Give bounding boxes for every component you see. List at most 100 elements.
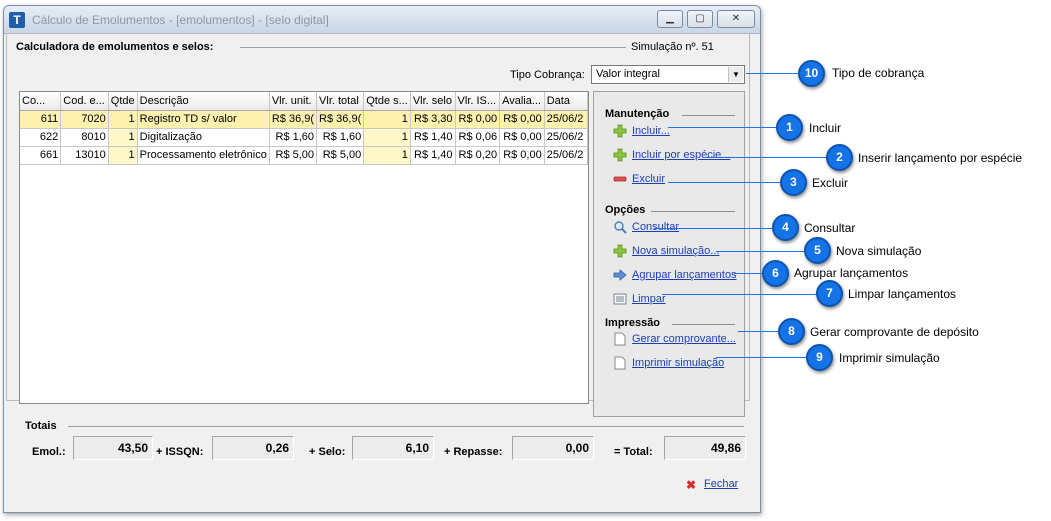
incluir-especie-link[interactable]: Incluir por espécie... [632,149,730,161]
repasse-label: + Repasse: [444,446,503,458]
chevron-down-icon[interactable]: ▼ [728,67,743,82]
table-cell[interactable]: 1 [363,128,411,147]
imprimir-simulacao-link[interactable]: Imprimir simulação [632,357,724,369]
callout-connector [738,331,778,332]
table-cell[interactable]: R$ 0,00 [499,110,545,129]
remove-icon [613,176,627,182]
col-header[interactable]: Vlr. selo [410,92,456,111]
emol-label: Emol.: [32,446,66,458]
section-impressao: Impressão [605,317,661,329]
table-cell[interactable]: R$ 1,60 [316,128,365,147]
callout-badge: 10 [798,60,825,87]
table-cell[interactable]: 611 [20,110,62,129]
col-header[interactable]: Vlr. unit. [269,92,318,111]
calculator-title: Calculadora de emolumentos e selos: [16,41,214,53]
table-cell[interactable]: R$ 3,30 [410,110,456,129]
callout-connector [716,357,806,358]
table-cell[interactable]: R$ 36,9( [316,110,365,129]
incluir-link[interactable]: Incluir... [632,125,670,137]
fechar-button[interactable]: Fechar [704,478,738,490]
table-cell[interactable]: Digitalização [137,128,270,147]
callout-connector [734,273,762,274]
col-header[interactable]: Vlr. total [316,92,365,111]
minimize-button[interactable]: ▁ [657,10,683,28]
table-cell[interactable]: R$ 0,00 [499,128,545,147]
table-cell[interactable]: 1 [108,128,138,147]
table-cell[interactable]: 1 [363,110,411,129]
col-header[interactable]: Cod. e... [60,92,109,111]
repasse-value: 0,00 [512,436,594,460]
consultar-link[interactable]: Consultar [632,221,679,233]
table-cell[interactable]: 7020 [60,110,109,129]
gerar-comprovante-link[interactable]: Gerar comprovante... [632,333,736,345]
section-divider [672,324,735,325]
table-cell[interactable]: 8010 [60,128,109,147]
col-header[interactable]: Data [544,92,588,111]
title-bar[interactable]: T Cálculo de Emolumentos - [emolumentos]… [4,6,760,34]
callout-label: Gerar comprovante de depósito [810,325,979,339]
callout-badge: 2 [826,144,853,171]
callout-label: Excluir [812,176,849,190]
callout-connector [716,251,804,252]
table-cell[interactable]: Processamento eletrônico [137,146,270,165]
add-icon [613,244,627,258]
table-cell[interactable]: 1 [363,146,411,165]
table-cell[interactable]: R$ 0,00 [455,110,501,129]
callout-badge: 9 [806,344,833,371]
table-cell[interactable]: R$ 0,00 [499,146,545,165]
maximize-button[interactable]: ▢ [687,10,713,28]
document-icon [614,356,626,370]
table-row[interactable]: 661 13010 1 Processamento eletrônico R$ … [20,146,588,165]
clear-list-icon [613,293,627,305]
totais-title: Totais [25,420,57,432]
emol-value: 43,50 [73,436,153,460]
table-cell[interactable]: 25/06/2 [544,128,588,147]
document-icon [614,332,626,346]
add-icon [613,124,627,138]
excluir-link[interactable]: Excluir [632,173,665,185]
callout-label: Tipo de cobrança [832,66,925,80]
table-cell[interactable]: 622 [20,128,62,147]
section-divider [651,211,735,212]
table-cell[interactable]: R$ 0,06 [455,128,501,147]
col-header[interactable]: Co... [20,92,62,111]
callout-badge: 8 [778,318,805,345]
table-cell[interactable]: R$ 0,20 [455,146,501,165]
table-cell[interactable]: Registro TD s/ valor [137,110,270,129]
table-cell[interactable]: 13010 [60,146,109,165]
table-cell[interactable]: 25/06/2 [544,146,588,165]
col-header[interactable]: Qtde s... [363,92,411,111]
col-header[interactable]: Vlr. IS... [455,92,501,111]
col-header[interactable]: Avalia... [499,92,545,111]
table-cell[interactable]: 25/06/2 [544,110,588,129]
total-value: 49,86 [664,436,746,460]
tipo-cobranca-select[interactable]: Valor integral ▼ [591,65,745,84]
limpar-link[interactable]: Limpar [632,293,666,305]
nova-simulacao-link[interactable]: Nova simulação... [632,245,719,257]
agrupar-link[interactable]: Agrupar lançamentos [632,269,737,281]
issqn-label: + ISSQN: [156,446,204,458]
entries-grid[interactable]: Co... Cod. e... Qtde Descrição Vlr. unit… [19,91,589,404]
total-label: = Total: [614,446,653,458]
table-cell[interactable]: R$ 36,9( [269,110,318,129]
table-cell[interactable]: R$ 1,40 [410,146,456,165]
col-header[interactable]: Descrição [137,92,270,111]
callout-label: Agrupar lançamentos [794,266,909,280]
table-cell[interactable]: 1 [108,146,138,165]
tipo-cobranca-value: Valor integral [596,68,660,80]
table-cell[interactable]: R$ 5,00 [269,146,318,165]
section-opcoes: Opções [605,204,646,216]
table-cell[interactable]: R$ 1,40 [410,128,456,147]
issqn-value: 0,26 [212,436,294,460]
close-window-button[interactable]: ✕ [717,10,755,28]
table-row[interactable]: 622 8010 1 Digitalização R$ 1,60 R$ 1,60… [20,128,588,147]
col-header[interactable]: Qtde [108,92,138,111]
table-cell[interactable]: 661 [20,146,62,165]
table-cell[interactable]: R$ 1,60 [269,128,318,147]
section-manutencao: Manutenção [605,108,670,120]
table-cell[interactable]: 1 [108,110,138,129]
arrow-right-icon [613,269,627,281]
search-icon [614,221,627,234]
table-cell[interactable]: R$ 5,00 [316,146,365,165]
table-row[interactable]: 611 7020 1 Registro TD s/ valor R$ 36,9(… [20,110,588,129]
